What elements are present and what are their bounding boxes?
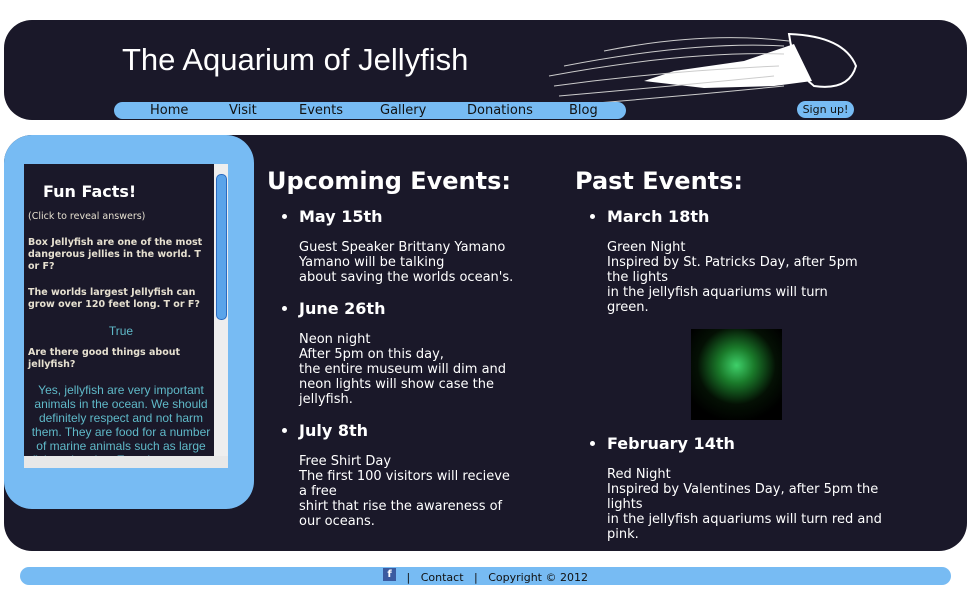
fun-facts-sidebar: Fun Facts! (Click to reveal answers) Box…: [4, 135, 254, 509]
past-events: Past Events: March 18th Green Night Inspi…: [575, 167, 897, 556]
fact-answer-3: Yes, jellyfish are very important animal…: [31, 383, 211, 466]
green-jellyfish-photo: [691, 329, 782, 420]
fun-facts-title: Fun Facts!: [43, 182, 137, 201]
event-description: Free Shirt Day The first 100 visitors wi…: [299, 454, 510, 529]
event-item: May 15th Guest Speaker Brittany Yamano Ya…: [299, 207, 519, 285]
event-date: February 14th: [607, 434, 735, 453]
fact-answer-2: True: [108, 324, 134, 338]
event-date: May 15th: [299, 207, 383, 226]
event-item: June 26th Neon night After 5pm on this da…: [299, 299, 519, 407]
nav-donations[interactable]: Donations: [467, 103, 533, 118]
nav-visit[interactable]: Visit: [229, 103, 257, 118]
upcoming-events: Upcoming Events: May 15th Guest Speaker B…: [267, 167, 519, 543]
fun-facts-hint: (Click to reveal answers): [28, 211, 146, 222]
fact-question-1[interactable]: Box Jellyfish are one of the most danger…: [28, 237, 214, 273]
footer-separator: |: [474, 571, 478, 584]
event-description: Guest Speaker Brittany Yamano Yamano wil…: [299, 240, 514, 285]
event-item: July 8th Free Shirt Day The first 100 vis…: [299, 421, 519, 529]
event-date: July 8th: [299, 421, 368, 440]
main-content: Fun Facts! (Click to reveal answers) Box…: [4, 135, 967, 551]
jellyfish-logo-image: [548, 32, 858, 105]
vertical-scrollbar[interactable]: [214, 164, 228, 466]
event-date: March 18th: [607, 207, 710, 226]
contact-link[interactable]: Contact: [421, 571, 464, 584]
site-title: The Aquarium of Jellyfish: [122, 42, 469, 77]
nav-events[interactable]: Events: [299, 103, 343, 118]
fun-facts-panel: Fun Facts! (Click to reveal answers) Box…: [24, 164, 214, 466]
event-description: Red Night Inspired by Valentines Day, af…: [607, 467, 882, 542]
copyright: Copyright © 2012: [488, 571, 588, 584]
footer-separator: |: [406, 571, 411, 584]
fact-question-3[interactable]: Are there good things about jellyfish?: [28, 347, 214, 371]
scrollbar-thumb[interactable]: [216, 174, 227, 320]
nav-blog[interactable]: Blog: [569, 103, 598, 118]
upcoming-events-title: Upcoming Events:: [267, 167, 511, 195]
nav-home[interactable]: Home: [150, 103, 188, 118]
main-nav: Home Visit Events Gallery Donations Blog: [114, 102, 626, 119]
event-item: March 18th Green Night Inspired by St. Pa…: [607, 207, 897, 420]
nav-gallery[interactable]: Gallery: [380, 103, 426, 118]
event-description: Green Night Inspired by St. Patricks Day…: [607, 240, 858, 315]
event-item: February 14th Red Night Inspired by Valen…: [607, 434, 897, 542]
event-description: Neon night After 5pm on this day, the en…: [299, 332, 507, 407]
past-events-title: Past Events:: [575, 167, 744, 195]
horizontal-scrollbar[interactable]: [24, 456, 228, 468]
footer: f | Contact | Copyright © 2012: [20, 567, 951, 585]
facebook-icon[interactable]: f: [383, 568, 396, 581]
fact-question-2[interactable]: The worlds largest Jellyfish can grow ov…: [28, 287, 214, 311]
signup-button[interactable]: Sign up!: [797, 101, 854, 118]
header: The Aquarium of Jellyfish Home Visit Eve…: [4, 20, 967, 120]
event-date: June 26th: [299, 299, 386, 318]
